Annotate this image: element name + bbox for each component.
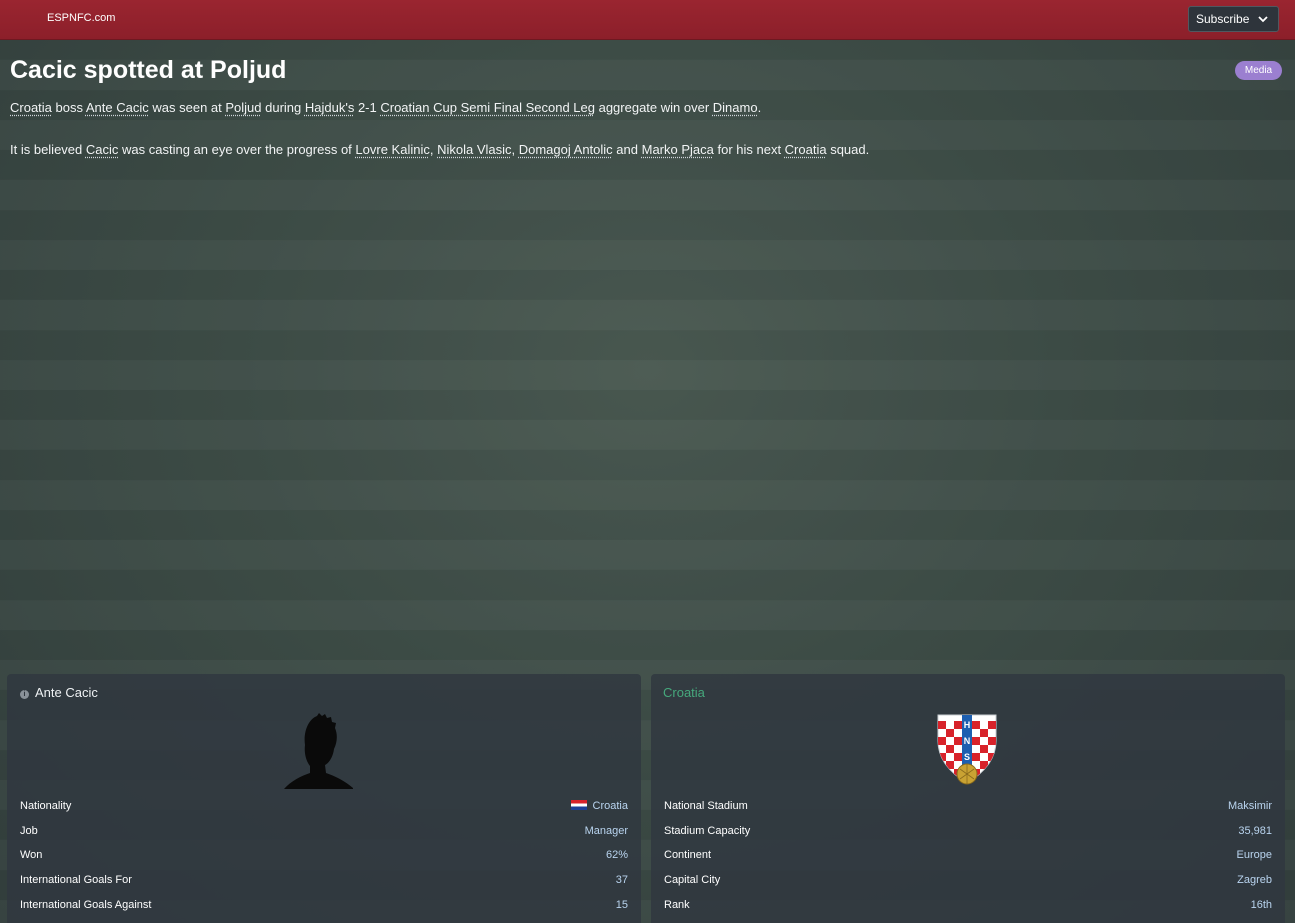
link-lovre-kalinic[interactable]: Lovre Kalinic	[355, 142, 429, 157]
link-marko-pjaca[interactable]: Marko Pjaca	[642, 142, 714, 157]
row-label: Job	[20, 824, 38, 837]
row-label: International Goals Against	[20, 898, 152, 911]
text: during	[261, 100, 305, 115]
row-value: 35,981	[1238, 824, 1272, 837]
info-icon: i	[20, 690, 29, 699]
news-source[interactable]: ESPNFC.com	[47, 12, 115, 24]
row-label: National Stadium	[664, 800, 748, 812]
person-panel: i Ante Cacic Nationality Croatia Job Mana…	[7, 674, 641, 923]
link-ante-cacic[interactable]: Ante Cacic	[86, 100, 149, 115]
row-value: Croatia	[592, 800, 628, 812]
media-badge: Media	[1235, 61, 1282, 80]
person-info-list: Nationality Croatia Job Manager Won 62% …	[20, 797, 628, 920]
text: ,	[511, 142, 519, 157]
subscribe-label: Subscribe	[1196, 12, 1250, 26]
text: was casting an eye over the progress of	[118, 142, 356, 157]
info-row-won: Won 62%	[20, 846, 628, 871]
text: boss	[51, 100, 86, 115]
info-row-job: Job Manager	[20, 822, 628, 847]
person-panel-header[interactable]: i Ante Cacic	[20, 685, 98, 700]
row-value: 16th	[1250, 898, 1272, 911]
top-bar: ESPNFC.com Subscribe	[0, 0, 1295, 40]
text: ,	[429, 142, 438, 157]
text: and	[612, 142, 642, 157]
croatia-flag-icon	[570, 800, 587, 810]
city-link[interactable]: Zagreb	[1237, 874, 1272, 886]
row-value: Manager	[584, 824, 628, 837]
team-panel: Croatia H N S National Stadium Maksimir …	[651, 674, 1285, 923]
row-label: Nationality	[20, 800, 72, 812]
subscribe-dropdown[interactable]: Subscribe	[1188, 6, 1279, 32]
info-row-nationality: Nationality Croatia	[20, 797, 628, 822]
row-label: Won	[20, 849, 43, 862]
article-paragraph-2: It is believed Cacic was casting an eye …	[10, 142, 869, 157]
article-title: Cacic spotted at Poljud	[10, 56, 287, 84]
info-row-stadium-capacity: Stadium Capacity 35,981	[664, 822, 1272, 847]
text: aggregate win over	[594, 100, 713, 115]
person-name[interactable]: Ante Cacic	[35, 685, 98, 700]
text: was seen at	[148, 100, 226, 115]
link-hajduk[interactable]: Hajduk's	[305, 100, 354, 115]
info-row-goals-for: International Goals For 37	[20, 871, 628, 896]
link-croatia[interactable]: Croatia	[10, 100, 52, 115]
info-row-national-stadium: National Stadium Maksimir	[664, 797, 1272, 822]
info-row-goals-against: International Goals Against 15	[20, 896, 628, 921]
info-row-capital-city: Capital City Zagreb	[664, 871, 1272, 896]
row-label: Capital City	[664, 874, 721, 887]
row-value: 37	[615, 874, 628, 887]
info-row-rank: Rank 16th	[664, 896, 1272, 921]
team-info-list: National Stadium Maksimir Stadium Capaci…	[664, 797, 1272, 920]
info-row-continent: Continent Europe	[664, 846, 1272, 871]
person-silhouette-icon	[284, 713, 353, 789]
row-value: 15	[615, 898, 628, 911]
row-label: Continent	[664, 849, 712, 862]
text: squad.	[826, 142, 870, 157]
link-cacic[interactable]: Cacic	[86, 142, 119, 157]
svg-text:S: S	[964, 752, 970, 762]
text: It is believed	[10, 142, 86, 157]
croatia-crest-icon: H N S	[937, 714, 997, 785]
svg-text:N: N	[964, 736, 971, 746]
link-dinamo[interactable]: Dinamo	[713, 100, 758, 115]
row-label: International Goals For	[20, 874, 132, 887]
link-croatia-squad[interactable]: Croatia	[785, 142, 827, 157]
link-nikola-vlasic[interactable]: Nikola Vlasic	[437, 142, 511, 157]
team-name[interactable]: Croatia	[663, 685, 705, 700]
link-domagoj-antolic[interactable]: Domagoj Antolic	[519, 142, 613, 157]
text: for his next	[713, 142, 785, 157]
row-label: Rank	[664, 898, 690, 911]
row-label: Stadium Capacity	[664, 824, 751, 837]
link-poljud[interactable]: Poljud	[225, 100, 261, 115]
nationality-value[interactable]: Croatia	[570, 800, 628, 812]
text: 2-1	[354, 100, 381, 115]
chevron-down-icon	[1258, 16, 1268, 23]
article-paragraph-1: Croatia boss Ante Cacic was seen at Polj…	[10, 100, 761, 115]
text: .	[757, 100, 762, 115]
link-croatian-cup[interactable]: Croatian Cup Semi Final Second Leg	[380, 100, 595, 115]
stadium-link[interactable]: Maksimir	[1228, 800, 1272, 812]
svg-text:H: H	[964, 720, 971, 730]
continent-link[interactable]: Europe	[1237, 849, 1272, 861]
row-value: 62%	[605, 849, 628, 862]
